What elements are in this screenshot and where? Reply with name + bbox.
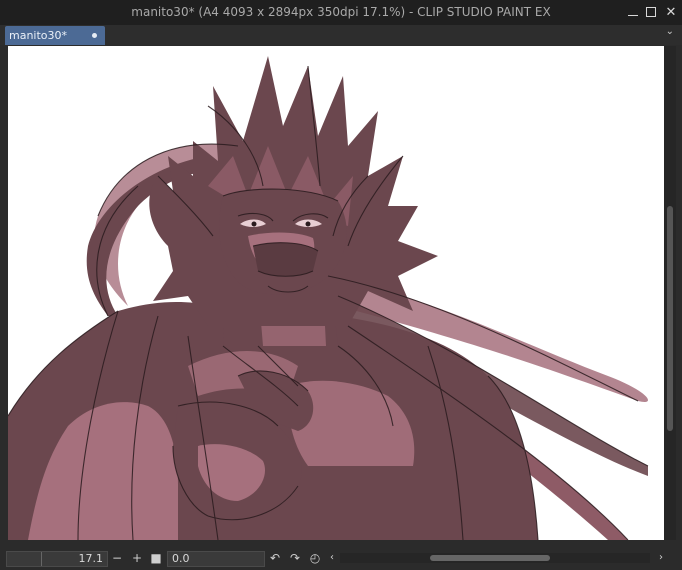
maximize-icon — [646, 7, 656, 17]
unsaved-dot-icon[interactable] — [92, 33, 97, 38]
zoom-slider-tick — [41, 552, 42, 566]
status-bar: 17.1 − + ■ 0.0 ↶ ↷ ◴ ‹ › — [0, 548, 682, 570]
vertical-scroll-thumb[interactable] — [667, 206, 673, 431]
canvas[interactable] — [8, 46, 664, 540]
tab-document[interactable]: manito30* — [5, 26, 105, 45]
minimize-button[interactable] — [624, 3, 642, 21]
rotation-field[interactable]: 0.0 — [167, 551, 265, 567]
minimize-icon — [628, 14, 638, 16]
square-icon[interactable]: ■ — [149, 551, 163, 565]
canvas-artwork — [8, 56, 649, 540]
maximize-button[interactable] — [642, 3, 660, 21]
close-button[interactable]: ✕ — [662, 3, 680, 21]
close-icon: ✕ — [665, 4, 677, 20]
title-bar: manito30* (A4 4093 x 2894px 350dpi 17.1%… — [0, 0, 682, 25]
app-window: manito30* (A4 4093 x 2894px 350dpi 17.1%… — [0, 0, 682, 570]
chevron-down-icon[interactable]: ⌄ — [666, 26, 674, 37]
rotation-value: 0.0 — [172, 552, 190, 565]
horizontal-scroll-thumb[interactable] — [430, 555, 550, 561]
zoom-out-button[interactable]: − — [110, 551, 124, 565]
rotate-right-icon[interactable]: ↷ — [288, 551, 302, 565]
zoom-in-button[interactable]: + — [130, 551, 144, 565]
zoom-level-field[interactable]: 17.1 — [6, 551, 108, 567]
reset-rotation-icon[interactable]: ◴ — [308, 551, 322, 565]
zoom-value: 17.1 — [78, 552, 104, 565]
tab-label: manito30* — [9, 29, 68, 42]
chevron-right-icon[interactable]: › — [654, 551, 668, 565]
rotate-left-icon[interactable]: ↶ — [268, 551, 282, 565]
window-title: manito30* (A4 4093 x 2894px 350dpi 17.1%… — [131, 5, 551, 19]
tab-bar: manito30* ⌄ — [0, 25, 682, 45]
horizontal-scrollbar[interactable] — [340, 553, 650, 563]
chevron-left-icon[interactable]: ‹ — [325, 551, 339, 565]
vertical-scrollbar[interactable] — [664, 46, 676, 540]
